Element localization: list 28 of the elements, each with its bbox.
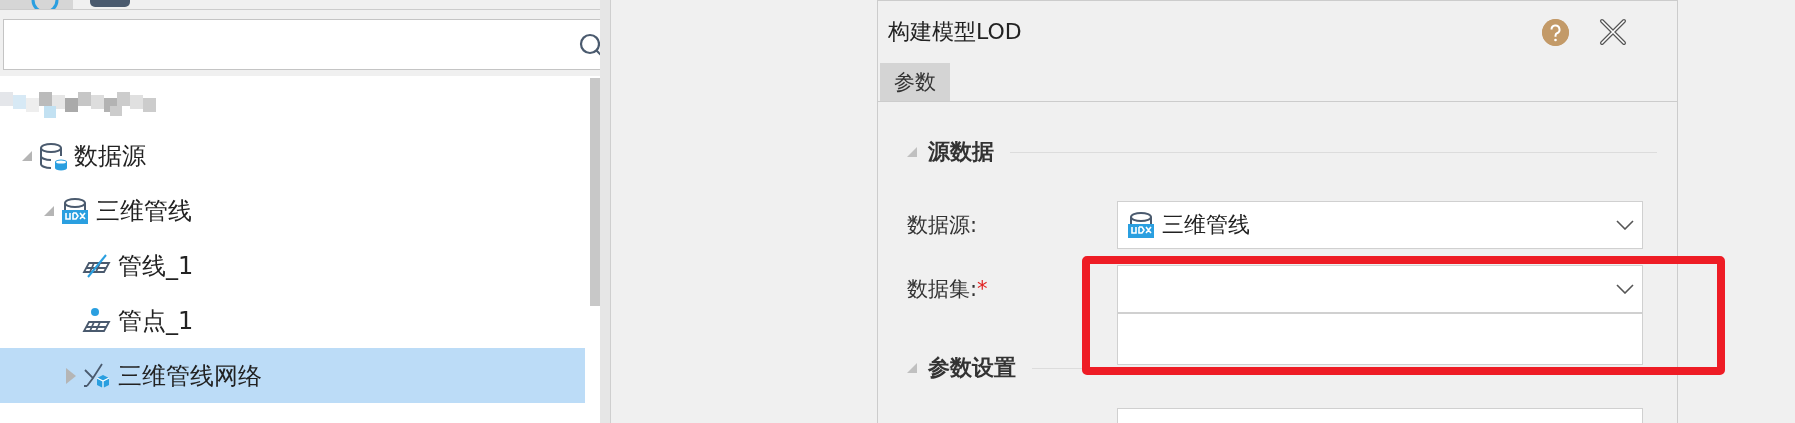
section-title: 参数设置 [928,354,1016,382]
tree-item[interactable]: 管线_1 [0,238,585,293]
expanded-arrow-icon[interactable] [43,204,55,217]
udx-database-icon [1126,210,1156,240]
collapsed-arrow-icon[interactable] [65,367,77,384]
help-icon[interactable] [1542,18,1569,46]
search-field[interactable] [3,19,600,70]
expanded-arrow-icon[interactable] [906,362,918,374]
tree-item[interactable]: 数据源 [0,128,585,183]
tree-item[interactable]: 管点_1 [0,293,585,348]
field-label: 数据集:* [907,276,989,303]
close-icon[interactable] [1599,18,1627,46]
tree-item[interactable]: 三维管线网络 [0,348,585,403]
chevron-down-icon [1616,284,1634,294]
scrollbar-thumb[interactable] [590,78,600,306]
dialog-title: 构建模型LOD [888,18,1023,46]
expanded-arrow-icon[interactable] [21,149,33,162]
tab[interactable]: 参数 [880,63,950,101]
dropdown-field[interactable] [1117,265,1643,313]
section-title: 源数据 [928,138,994,166]
dropdown-field[interactable]: 三维管线 [1117,201,1643,249]
tree-item[interactable]: 三维管线 [0,183,585,238]
chevron-down-icon [1616,220,1634,230]
database-icon [38,140,68,171]
field-label: 数据源: [907,212,979,239]
expanded-arrow-icon[interactable] [906,146,918,158]
udx-database-icon [60,195,90,226]
list-box[interactable] [1117,313,1643,365]
